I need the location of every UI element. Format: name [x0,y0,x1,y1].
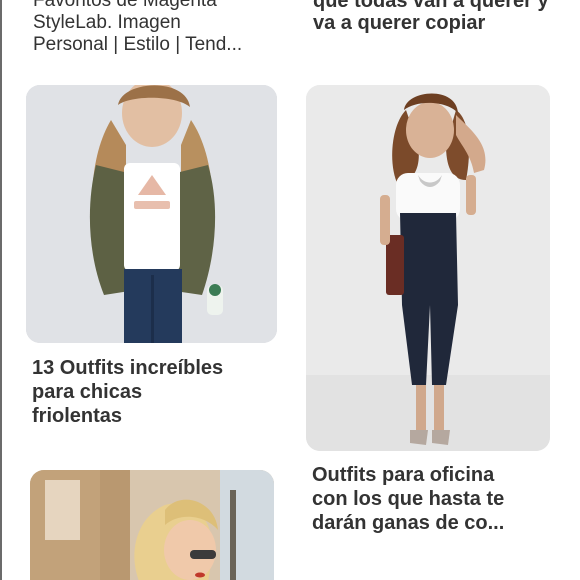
pin-title[interactable]: Outfits para oficina con los que hasta t… [312,463,552,535]
caption-line: Personal | Estilo | Tend... [33,34,243,55]
pin-image-blonde-woman[interactable] [30,470,274,580]
title-line: darán ganas de co... [312,512,505,534]
pin-title[interactable]: 13 Outfits increíbles para chicas friole… [32,356,272,428]
title-line: con los que hasta te [312,488,505,510]
photo-office-outfit [306,85,550,451]
caption-line: Favoritos de Magenta [33,0,217,11]
photo-blonde-woman [30,470,274,580]
pin-caption-partial-left[interactable]: Favoritos de Magenta StyleLab. Imagen Pe… [33,0,273,56]
pin-feed: Favoritos de Magenta StyleLab. Imagen Pe… [0,0,580,580]
caption-line: StyleLab. Imagen [33,12,181,33]
title-line: friolentas [32,405,123,427]
title-line: Outfits para oficina [312,464,495,486]
window-left-edge [0,0,2,580]
title-line: para chicas [32,381,143,403]
pin-image-office-outfit[interactable] [306,85,550,451]
title-line: va a querer copiar [313,12,486,34]
title-line: 13 Outfits increíbles [32,357,224,379]
pin-title-partial-right[interactable]: que todas van a querer y va a querer cop… [313,0,553,34]
title-line: que todas van a querer y [313,0,549,12]
pin-image-jacket-outfit[interactable] [26,85,277,343]
photo-jacket-outfit [26,85,277,343]
